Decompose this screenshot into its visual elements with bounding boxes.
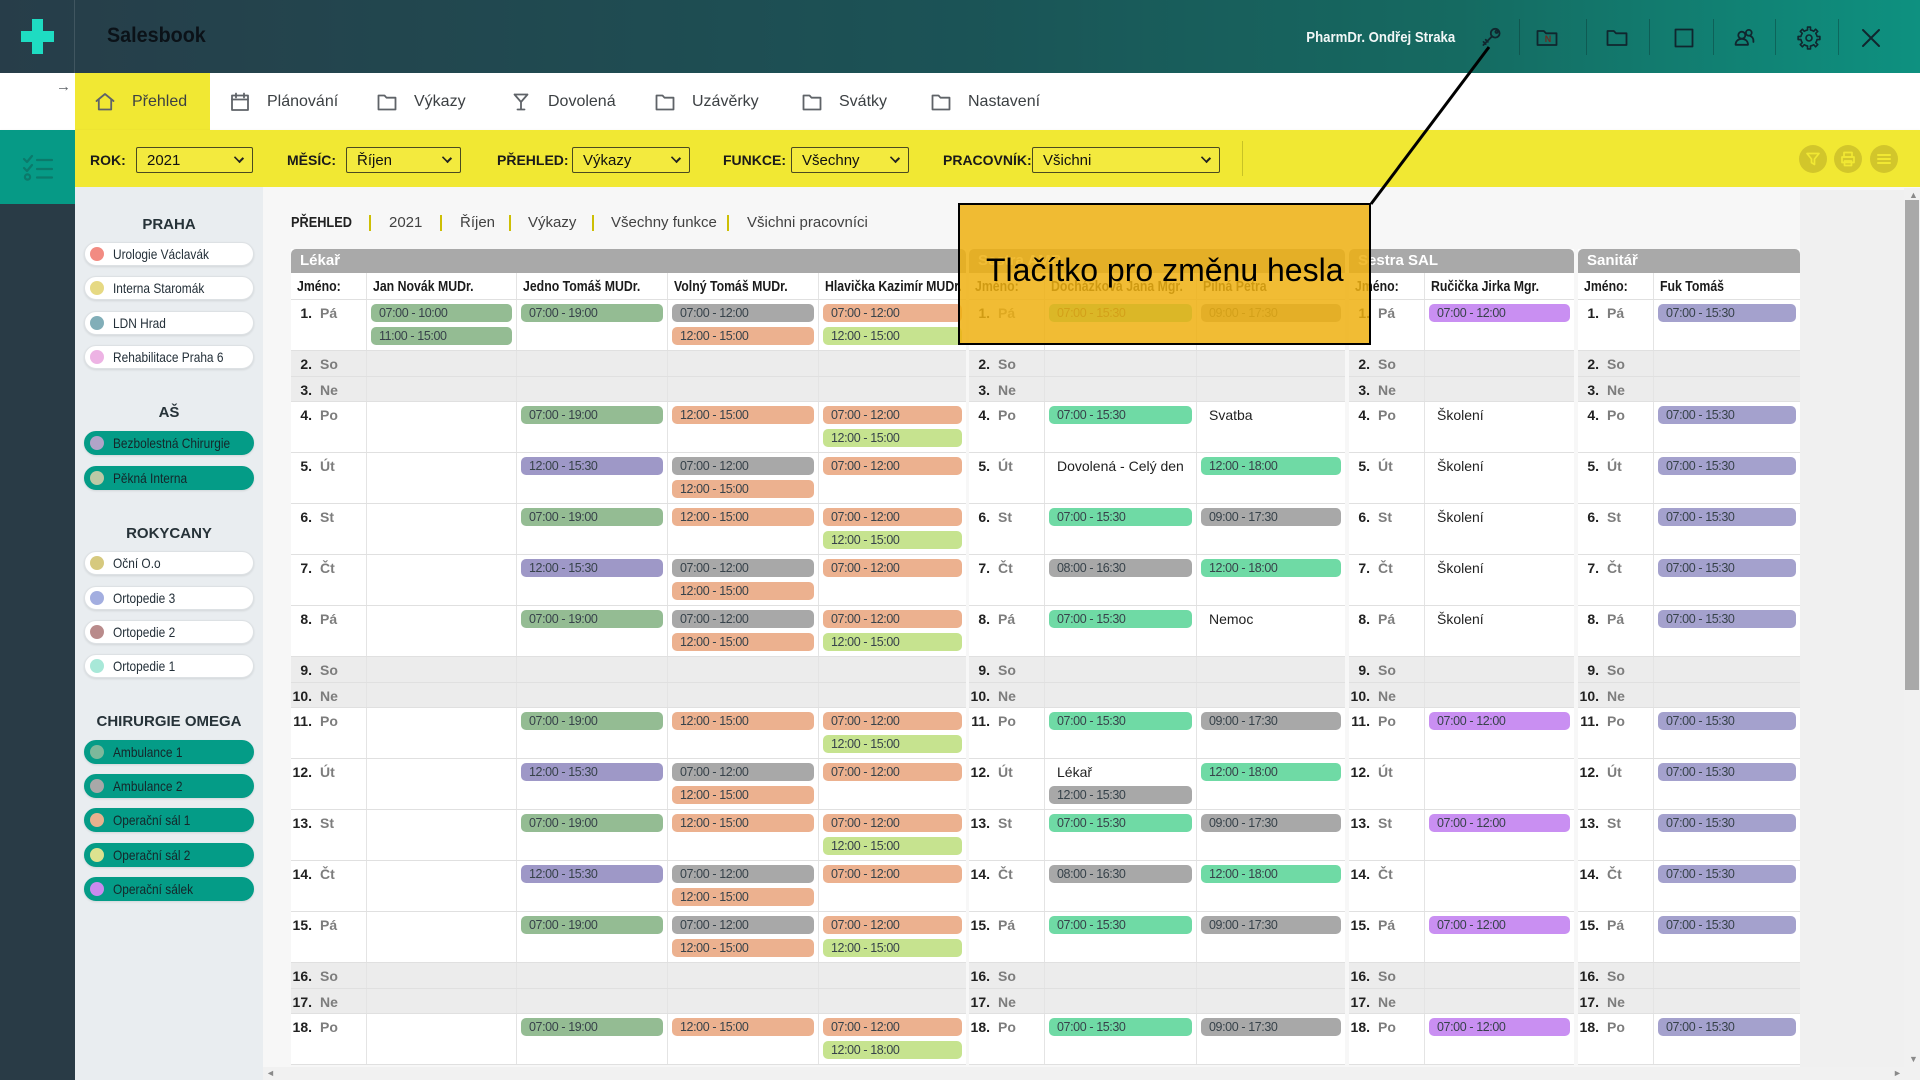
svg-text:N: N [1545,34,1552,44]
